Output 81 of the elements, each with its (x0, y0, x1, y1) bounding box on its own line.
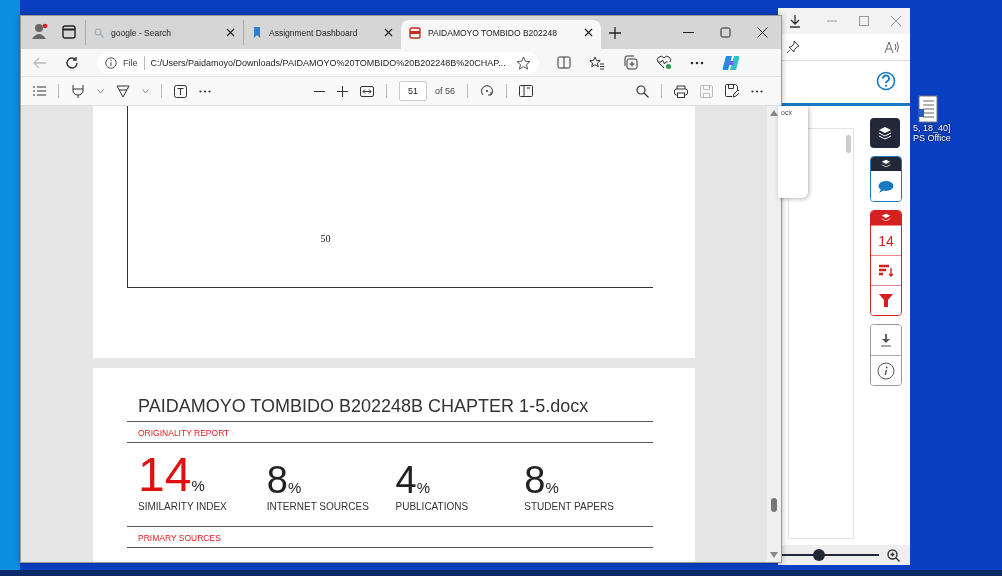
speech-bubble-icon (878, 179, 894, 193)
tab-actions-icon[interactable] (62, 25, 76, 39)
maximize-icon[interactable] (858, 15, 870, 27)
layers-icon (881, 159, 891, 169)
search-icon (94, 27, 104, 38)
more-icon[interactable] (751, 89, 763, 93)
close-icon[interactable] (584, 28, 593, 37)
scrollbar-thumb[interactable] (771, 498, 777, 512)
layers-icon (878, 126, 892, 140)
layers-button[interactable] (870, 118, 900, 148)
page-view-icon[interactable] (519, 85, 534, 97)
pin-icon[interactable] (786, 40, 800, 54)
sort-icon (878, 263, 894, 278)
filter-button[interactable] (871, 285, 901, 315)
text-box-icon[interactable] (174, 84, 187, 98)
scroll-down-icon[interactable] (770, 552, 778, 558)
url-text: C:/Users/Paidamoyo/Downloads/PAIDAMOYO%20TOMBIDO%20B202248B%20CHAP... (150, 57, 507, 68)
report-title: PAIDAMOYO TOMBIDO B202248B CHAPTER 1-5.docx (137, 396, 590, 418)
section-heading: ORIGINALITY REPORT (137, 427, 231, 440)
maximize-icon[interactable] (720, 27, 731, 38)
download-icon[interactable] (788, 14, 802, 28)
page-number: 50 (320, 233, 331, 244)
layers-icon (881, 213, 891, 223)
contents-icon[interactable] (33, 86, 46, 96)
scrollbar-thumb[interactable] (846, 135, 851, 153)
favorites-icon[interactable] (589, 55, 605, 70)
profile-icon[interactable] (31, 23, 49, 39)
highlight-icon[interactable] (116, 84, 130, 98)
zoom-in-icon[interactable] (887, 548, 900, 562)
filter-icon (879, 294, 893, 307)
bookmark-icon (252, 26, 262, 39)
tab-title: PAIDAMOYO TOMBIDO B202248 (428, 27, 558, 38)
stat-value: 8% (524, 461, 560, 499)
close-icon[interactable] (757, 27, 768, 38)
section-heading: PRIMARY SOURCES (137, 532, 222, 545)
read-aloud-icon[interactable] (884, 40, 900, 54)
stat-label: STUDENT PAPERS (524, 501, 615, 512)
zoom-in-icon[interactable] (337, 85, 348, 97)
save-as-icon[interactable] (725, 84, 739, 98)
desktop-icon-label: PS Office (913, 133, 951, 143)
rotate-icon[interactable] (480, 84, 495, 98)
pdf-file-icon (409, 26, 421, 39)
document-icon[interactable] (918, 95, 938, 123)
stat-value: 4% (395, 461, 431, 499)
page-count: of 56 (435, 86, 456, 96)
browser-tab[interactable]: PAIDAMOYO TOMBIDO B202248 (401, 20, 601, 49)
more-icon[interactable] (199, 89, 211, 93)
caret-icon[interactable] (97, 88, 104, 94)
tab-title: Assignment Dashboard (269, 27, 359, 38)
caret-icon[interactable] (142, 88, 149, 94)
info-button[interactable] (871, 355, 901, 385)
stat-label: PUBLICATIONS (395, 501, 470, 512)
scheme-label: File (123, 57, 138, 68)
browser-tab[interactable]: google - Search (85, 20, 243, 45)
stat-value: 8% (266, 461, 303, 499)
address-bar[interactable]: File C:/Users/Paidamoyo/Downloads/PAIDAMOYO%20TOMBIDO%20B202248B%20CHAP... (97, 51, 539, 74)
search-icon[interactable] (636, 84, 649, 98)
desktop-icon-label: 5, 18_40] (913, 123, 951, 133)
split-screen-icon[interactable] (557, 56, 571, 69)
print-icon[interactable] (674, 84, 688, 98)
info-icon (877, 361, 895, 380)
help-icon[interactable] (876, 71, 896, 91)
collections-icon[interactable] (623, 55, 638, 70)
draw-icon[interactable] (71, 84, 85, 98)
fit-width-icon[interactable] (360, 85, 374, 97)
stat-value: 14% (138, 451, 206, 499)
more-icon[interactable] (690, 60, 704, 65)
close-icon[interactable] (226, 28, 235, 37)
info-icon (105, 56, 117, 69)
stat-label: INTERNET SOURCES (266, 501, 370, 512)
copilot-icon[interactable] (722, 53, 740, 72)
heart-pulse-icon[interactable] (656, 55, 672, 70)
new-tab-icon[interactable] (609, 27, 621, 39)
reload-icon[interactable] (65, 55, 79, 70)
stat-label: SIMILARITY INDEX (138, 501, 228, 512)
page-number-field[interactable]: 51 (399, 81, 427, 101)
scroll-up-icon[interactable] (770, 110, 778, 116)
download-icon (880, 333, 892, 347)
close-icon[interactable] (384, 28, 393, 37)
tab-title: google - Search (111, 27, 172, 38)
star-icon[interactable] (516, 55, 531, 70)
